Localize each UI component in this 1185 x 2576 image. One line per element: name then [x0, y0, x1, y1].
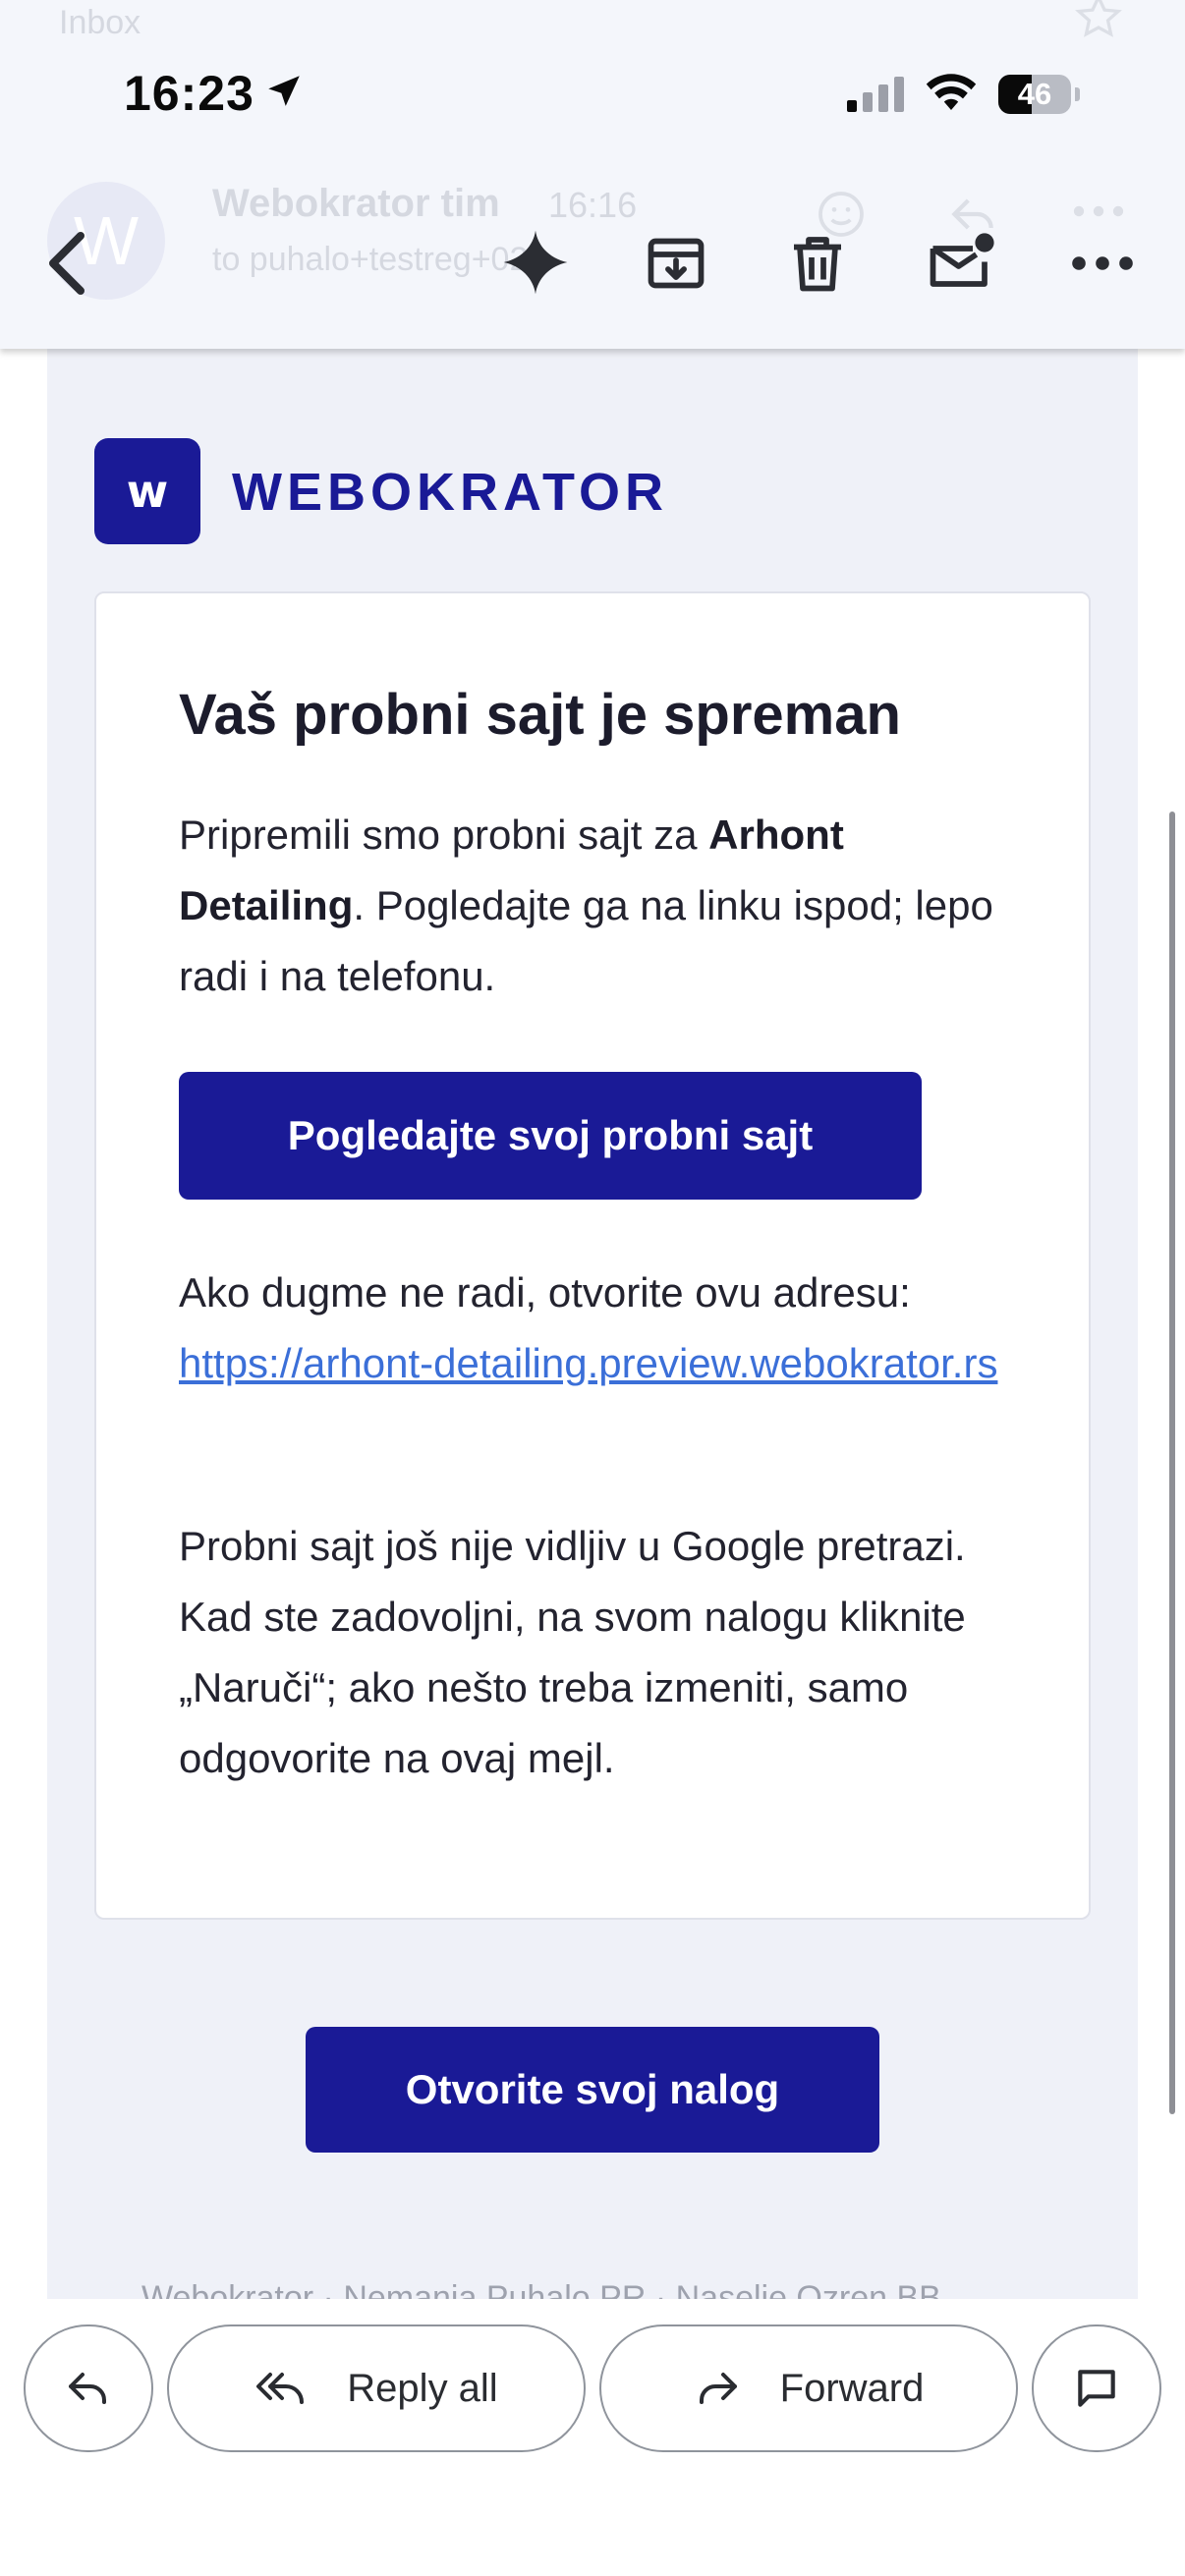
- forward-label: Forward: [779, 2366, 925, 2410]
- logo-letter: w: [126, 465, 169, 518]
- intro-text-start: Pripremili smo probni sajt za: [179, 812, 709, 858]
- delete-button[interactable]: [782, 228, 853, 299]
- mailbox-label: Inbox: [59, 4, 141, 41]
- scrollbar[interactable]: [1169, 812, 1175, 2114]
- fallback-text: Ako dugme ne radi, otvorite ovu adresu:: [179, 1269, 911, 1316]
- battery-level: 46: [1017, 77, 1052, 111]
- cellular-signal-icon: [847, 77, 904, 112]
- battery-icon: 46: [998, 75, 1080, 114]
- star-icon: [1075, 0, 1122, 37]
- recipient-line: to puhalo+testreg+02: [212, 241, 529, 278]
- open-account-button[interactable]: Otvorite svoj nalog: [306, 2027, 879, 2153]
- status-time: 16:23: [124, 66, 254, 121]
- reply-all-label: Reply all: [347, 2366, 498, 2410]
- forward-button[interactable]: Forward: [599, 2324, 1018, 2452]
- received-time: 16:16: [548, 185, 638, 225]
- intro-paragraph: Pripremili smo probni sajt za Arhont Det…: [179, 800, 1024, 1012]
- preview-site-link[interactable]: https://arhont-detailing.preview.webokra…: [179, 1340, 997, 1386]
- reply-all-icon: [254, 2367, 308, 2410]
- reply-icon: [65, 2367, 112, 2410]
- chat-bubble-icon: [1072, 2364, 1121, 2413]
- info-paragraph: Probni sajt još nije vidljiv u Google pr…: [179, 1523, 966, 1781]
- sender-name: Webokrator tim: [212, 182, 500, 225]
- chat-button[interactable]: [1032, 2324, 1161, 2452]
- gemini-button[interactable]: [499, 226, 572, 299]
- reply-all-button[interactable]: Reply all: [167, 2324, 586, 2452]
- archive-button[interactable]: [641, 228, 711, 299]
- forward-icon: [694, 2367, 741, 2410]
- webokrator-logo: w: [94, 438, 200, 544]
- back-arrow-icon: [49, 232, 85, 295]
- more-ghost-icon: [1073, 205, 1124, 217]
- battery-nub: [1075, 87, 1080, 101]
- mark-unread-button[interactable]: [924, 228, 998, 299]
- bottom-action-bar: [0, 2299, 1185, 2576]
- wifi-icon: [926, 74, 977, 110]
- back-button[interactable]: [33, 224, 102, 303]
- battery-body: 46: [998, 75, 1071, 114]
- location-arrow-icon: [268, 76, 300, 106]
- fallback-paragraph: Ako dugme ne radi, otvorite ovu adresu: h…: [179, 1258, 1024, 1399]
- sparkle-icon: [503, 230, 568, 295]
- brand-name: WEBOKRATOR: [232, 463, 668, 522]
- more-icon: [1072, 256, 1133, 270]
- mark-unread-icon: [930, 233, 994, 287]
- reply-button[interactable]: [24, 2324, 153, 2452]
- view-trial-site-button[interactable]: Pogledajte svoj probni sajt: [179, 1072, 922, 1200]
- trash-icon: [794, 237, 841, 292]
- more-options-button[interactable]: [1065, 236, 1140, 291]
- card-title: Vaš probni sajt je spreman: [179, 683, 901, 747]
- archive-icon: [648, 238, 705, 289]
- top-toolbar-area: Inbox W Webokrator tim 16:16 to puhalo+t…: [0, 0, 1185, 349]
